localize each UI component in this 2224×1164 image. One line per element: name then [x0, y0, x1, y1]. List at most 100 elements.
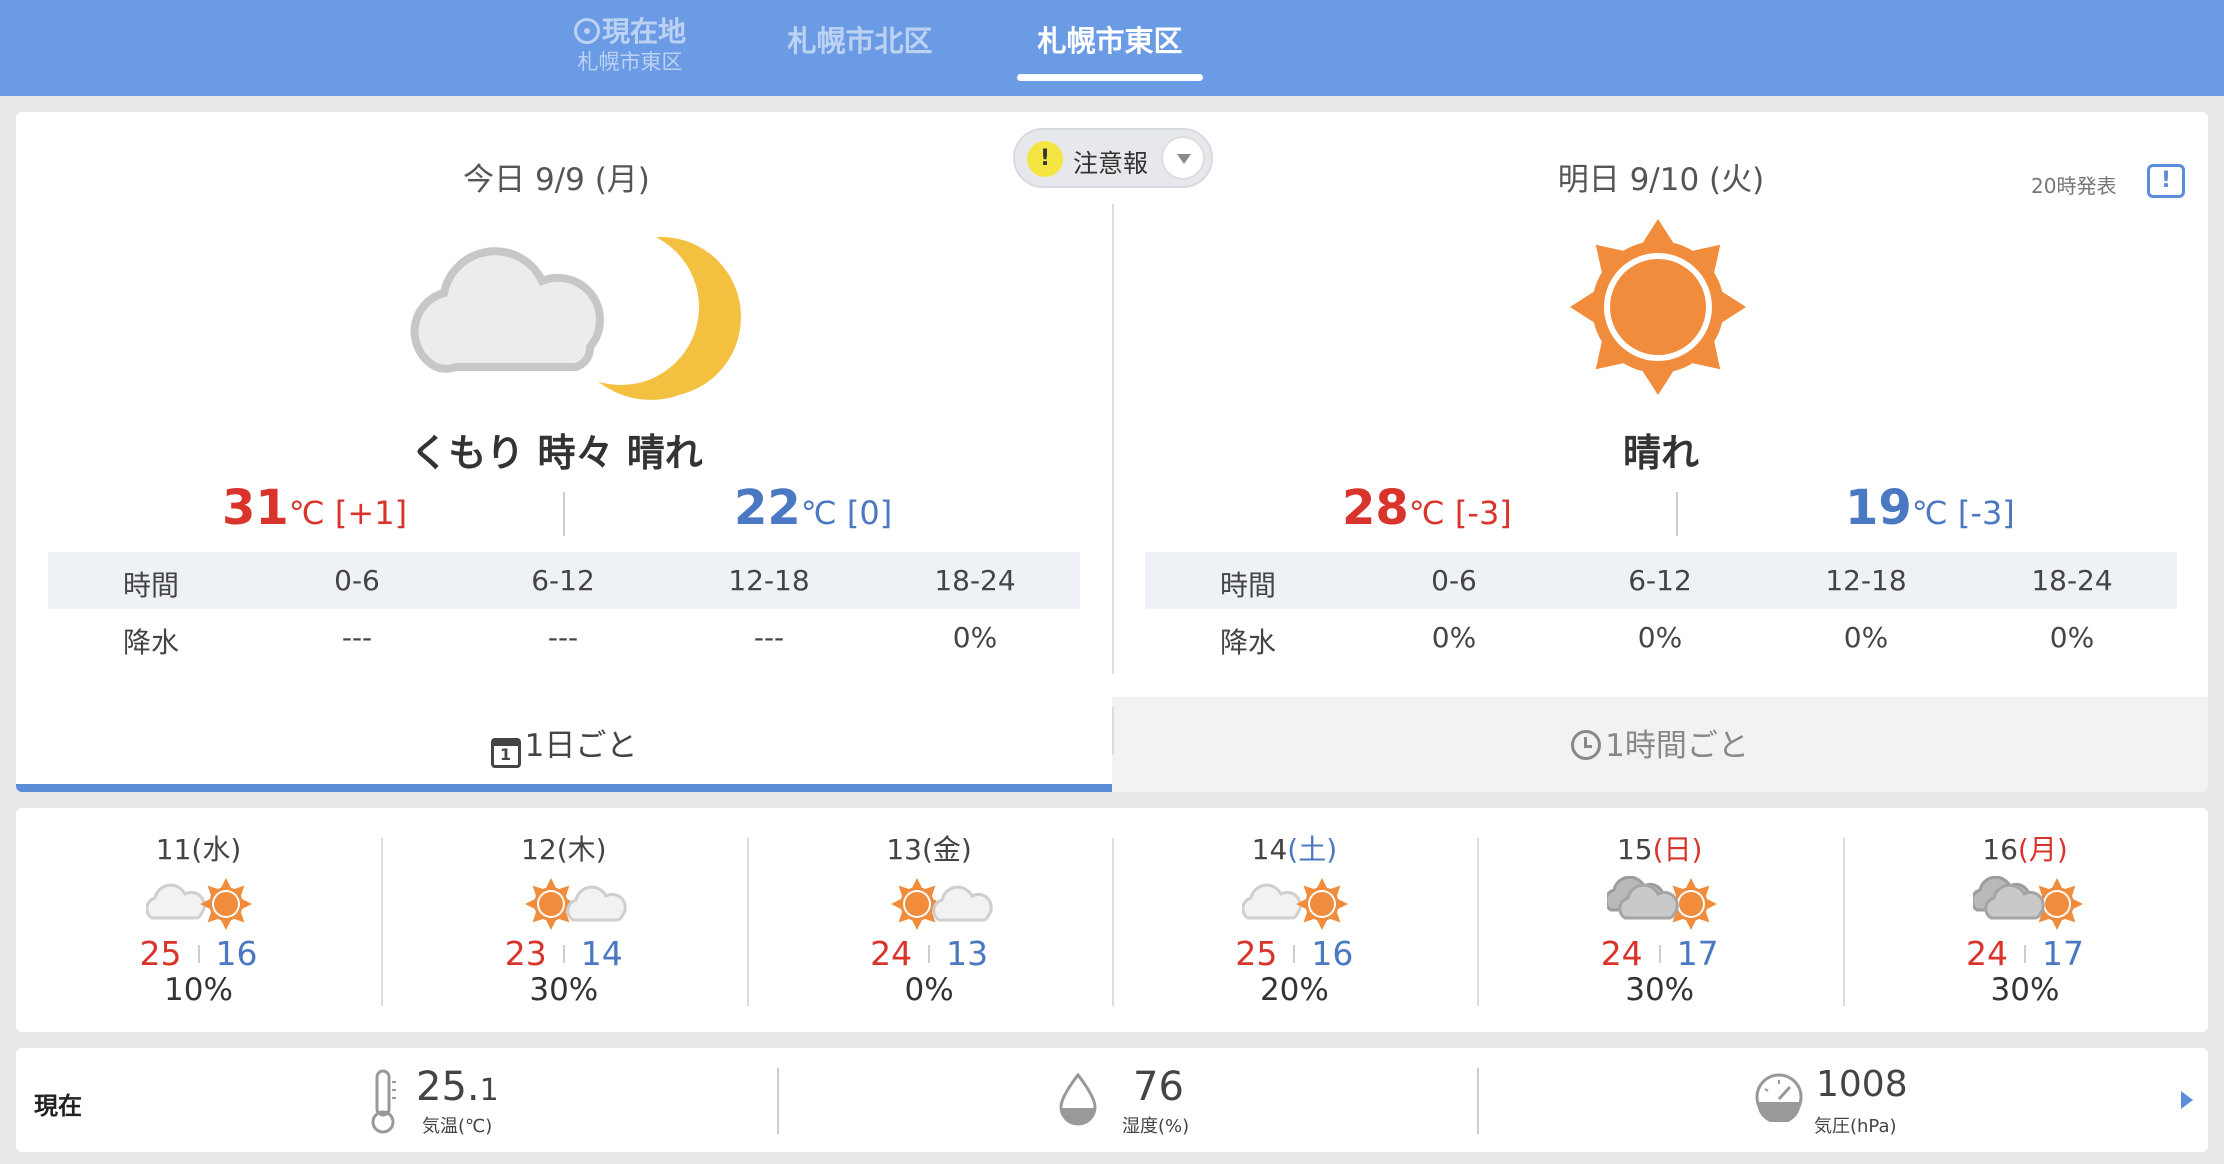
forecast-low: 14	[580, 934, 623, 973]
warning-label: 注意報	[1073, 149, 1149, 178]
active-mode-indicator	[16, 784, 1112, 792]
forecast-divider	[1477, 838, 1480, 1006]
forecast-date: 13(金)	[886, 833, 972, 866]
forecast-temps: 24 13	[747, 934, 1112, 973]
current-humidity: 76	[1133, 1064, 1184, 1110]
temp-divider	[1676, 492, 1678, 536]
temp-divider	[563, 492, 565, 536]
chevron-down-icon[interactable]	[1161, 136, 1205, 180]
precip-cell: 0%	[1637, 621, 1683, 654]
forecast-high: 24	[1966, 934, 2008, 973]
today-date: 今日 9/9 (月)	[463, 162, 650, 198]
precip-header-row: 時間 0-6 6-12 12-18 18-24	[48, 552, 1080, 609]
precip-cell: ---	[547, 621, 579, 654]
tab-hourly[interactable]: 1時間ごと	[1112, 697, 2208, 792]
cloud-sun-icon	[1241, 878, 1348, 930]
forecast-divider	[1842, 838, 1845, 1006]
info-message-icon[interactable]: !	[2147, 164, 2185, 198]
precip-header-cell: 時間	[122, 569, 179, 602]
precip-cell: 降水	[1219, 626, 1276, 659]
forecast-precip: 30%	[1990, 972, 2060, 1008]
published-time: 20時発表	[2031, 174, 2117, 198]
calendar-icon: 1	[490, 738, 521, 768]
daily-forecast-item[interactable]: 15(日) 24 17 30%	[1477, 808, 1842, 1032]
top-nav: 現在地 札幌市東区 札幌市北区 札幌市東区	[0, 0, 2224, 96]
daily-forecast-item[interactable]: 14(土) 25 16 20%	[1112, 808, 1477, 1032]
today-precip-table: 時間 0-6 6-12 12-18 18-24 降水 --- --- --- 0…	[48, 552, 1080, 666]
tomorrow-condition: 晴れ	[1622, 431, 1699, 475]
precip-header-cell: 6-12	[531, 564, 595, 597]
forecast-temps: 24 17	[1477, 934, 1842, 973]
forecast-date: 16(月)	[1982, 833, 2068, 866]
current-divider	[1477, 1068, 1479, 1134]
precip-cell: 0%	[1431, 621, 1477, 654]
forecast-high: 23	[504, 934, 547, 973]
precip-cell: 0%	[952, 621, 998, 654]
chevron-right-icon[interactable]	[2181, 1091, 2193, 1109]
sun-cloud-icon	[890, 878, 993, 930]
darkcloud-sun-icon	[1972, 876, 2083, 930]
cloud-moon-icon	[410, 229, 741, 400]
precip-header-row: 時間 0-6 6-12 12-18 18-24	[1145, 552, 2177, 609]
location-icon	[573, 18, 600, 44]
forecast-precip: 20%	[1259, 972, 1329, 1008]
current-location-sub: 札幌市東区	[577, 50, 683, 74]
current-pressure-label: 気圧(hPa)	[1814, 1116, 1897, 1137]
humidity-drop-icon	[1059, 1072, 1097, 1126]
forecast-low: 16	[215, 934, 258, 973]
daily-forecast-item[interactable]: 13(金) 24 13 0%	[747, 808, 1112, 1032]
darkcloud-sun-icon	[1607, 876, 1718, 930]
forecast-high: 25	[1235, 934, 1278, 973]
precip-header-cell: 0-6	[1431, 564, 1477, 597]
today-high: 31℃ [+1]	[222, 480, 408, 536]
current-divider	[777, 1068, 779, 1134]
forecast-temps: 23 14	[381, 934, 746, 973]
tab-daily[interactable]: 1 1日ごと	[16, 697, 1112, 792]
forecast-high: 24	[1600, 934, 1643, 973]
forecast-date: 15(日)	[1616, 833, 1703, 866]
forecast-low: 17	[1676, 934, 1719, 973]
thermometer-icon	[371, 1069, 396, 1134]
precip-cell: ---	[753, 621, 785, 654]
tab-higashi[interactable]: 札幌市東区	[1015, 0, 1205, 96]
forecast-low: 16	[1311, 934, 1354, 973]
current-conditions[interactable]: 現在 25.1 気温(℃) 76 湿度(%) 1008 気圧(hPa)	[16, 1048, 2208, 1152]
daily-forecast-item[interactable]: 12(木) 23 14 30%	[381, 808, 746, 1032]
forecast-date: 14(土)	[1251, 833, 1338, 866]
current-temp-label: 気温(℃)	[422, 1116, 493, 1137]
active-tab-indicator	[1017, 74, 1203, 81]
today-low: 22℃ [0]	[734, 480, 893, 536]
forecast-precip: 0%	[904, 972, 954, 1008]
daily-forecast-item[interactable]: 16(月) 24 17 30%	[1843, 808, 2208, 1032]
precip-header-cell: 時間	[1219, 569, 1276, 602]
tab-current-location[interactable]: 現在地 札幌市東区	[555, 0, 705, 96]
forecast-precip: 30%	[1625, 972, 1695, 1008]
forecast-divider	[746, 838, 749, 1006]
current-temp: 25.1	[416, 1064, 499, 1110]
forecast-temps: 25 16	[16, 934, 381, 973]
precip-header-cell: 18-24	[2031, 564, 2113, 597]
today-forecast: 今日 9/9 (月) くもり 時々 晴れ 31℃ [+1] 22℃ [0] 時間…	[16, 112, 1112, 677]
forecast-temps: 25 16	[1112, 934, 1477, 973]
precip-header-cell: 0-6	[334, 564, 380, 597]
forecast-low: 13	[946, 934, 989, 973]
weekly-forecast: 11(水) 25 16 10% 12(木) 23 14 30% 13(金) 24 13 0% 14(土)…	[16, 808, 2208, 1032]
tomorrow-high: 28℃ [-3]	[1342, 480, 1512, 536]
tomorrow-low: 19℃ [-3]	[1845, 480, 2015, 536]
precip-row: 降水 --- --- --- 0%	[48, 609, 1080, 666]
forecast-high: 25	[139, 934, 182, 973]
current-location-label: 現在地	[601, 15, 686, 48]
pressure-gauge-icon	[1755, 1073, 1803, 1122]
precip-header-cell: 18-24	[934, 564, 1016, 597]
tab-higashi-label: 札幌市東区	[1037, 24, 1183, 58]
clock-icon	[1571, 730, 1602, 760]
daily-forecast-item[interactable]: 11(水) 25 16 10%	[16, 808, 381, 1032]
exclamation-icon: !	[1027, 141, 1063, 177]
tab-daily-label: 1日ごと	[524, 728, 638, 764]
precip-cell: 0%	[2049, 621, 2095, 654]
forecast-card: 今日 9/9 (月) くもり 時々 晴れ 31℃ [+1] 22℃ [0] 時間…	[16, 112, 2208, 792]
sun-icon	[1570, 219, 1746, 395]
warning-dropdown[interactable]: ! 注意報	[1013, 128, 1213, 188]
tab-kita[interactable]: 札幌市北区	[770, 0, 950, 96]
forecast-date: 12(木)	[521, 833, 607, 866]
